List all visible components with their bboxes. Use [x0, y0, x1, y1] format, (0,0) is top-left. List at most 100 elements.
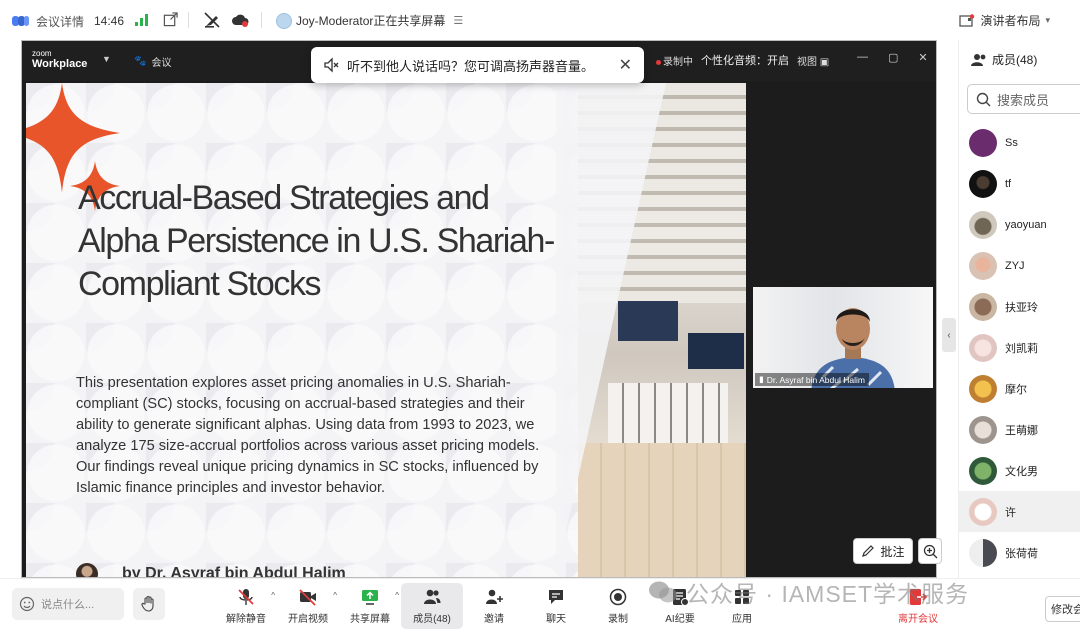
member-item[interactable]: yaoyuan: [959, 204, 1080, 245]
member-item[interactable]: 扶亚玲: [959, 286, 1080, 327]
pop-out-icon[interactable]: [163, 12, 178, 27]
member-item[interactable]: 张荷荷: [959, 532, 1080, 573]
volume-toast: 听不到他人说话吗？您可调高扬声器音量。 ✕: [311, 47, 644, 83]
tool-label: 共享屏幕: [350, 614, 390, 625]
members-button[interactable]: 成员(48): [401, 583, 463, 629]
zoom-in-button[interactable]: [918, 538, 942, 564]
speaker-mute-icon: [324, 57, 339, 73]
search-icon: [976, 92, 991, 106]
member-search-input[interactable]: 搜索成员: [967, 84, 1080, 114]
members-icon: [971, 53, 986, 66]
presentation-slide: Accrual-Based Strategies and Alpha Persi…: [26, 83, 746, 577]
divider: [188, 12, 189, 28]
meeting-details-label: 会议详情: [36, 15, 85, 29]
presenter-status[interactable]: Joy-Moderator正在共享屏幕 ☰: [276, 12, 463, 29]
member-item[interactable]: 文化男: [959, 450, 1080, 491]
member-item[interactable]: tf: [959, 163, 1080, 204]
share-screen-icon: [362, 590, 378, 605]
emoji-icon: [19, 596, 35, 612]
slide-diagonal: [556, 83, 666, 577]
raise-hand-button[interactable]: [133, 588, 165, 620]
presenter-status-text: Joy-Moderator正在共享屏幕: [296, 14, 446, 28]
member-item[interactable]: 摩尔: [959, 368, 1080, 409]
speaker-video[interactable]: ▮ Dr. Asyraf bin Abdul Halim: [753, 287, 933, 388]
member-name: 扶亚玲: [1005, 301, 1038, 314]
member-avatar: [969, 128, 997, 157]
member-avatar: [969, 333, 997, 362]
member-avatar: [969, 538, 997, 567]
chevron-up-icon[interactable]: ^: [395, 591, 399, 600]
chat-placeholder: 说点什么...: [41, 599, 95, 611]
annotate-label: 批注: [880, 544, 905, 559]
record-icon: [609, 588, 627, 606]
close-icon[interactable]: ✕: [619, 55, 632, 75]
quick-chat-input[interactable]: 说点什么...: [12, 588, 124, 620]
chevron-down-icon[interactable]: ▼: [102, 54, 111, 64]
chat-icon: [549, 590, 563, 604]
tool-label: AI纪要: [665, 614, 695, 625]
chat-button[interactable]: 聊天: [525, 583, 587, 629]
member-avatar: [969, 169, 997, 198]
modify-button[interactable]: 修改会: [1045, 596, 1080, 622]
members-title: 成员(48): [992, 53, 1038, 67]
maximize-icon[interactable]: ▢: [888, 51, 898, 64]
zoom-meeting-menu[interactable]: 🐾 会议: [134, 54, 171, 69]
minimize-icon[interactable]: —: [857, 51, 868, 64]
chevron-up-icon[interactable]: ^: [333, 591, 337, 600]
wechat-icon: [649, 581, 677, 603]
close-window-icon[interactable]: ✕: [918, 51, 927, 64]
member-name: ZYJ: [1005, 259, 1025, 272]
members-header: 成员(48): [971, 51, 1037, 68]
share-screen-button[interactable]: 共享屏幕 ^: [339, 583, 401, 629]
annotate-button[interactable]: 批注: [853, 538, 913, 564]
cloud-icon[interactable]: [231, 11, 249, 29]
member-item[interactable]: ZYJ: [959, 245, 1080, 286]
presenter-avatar: [276, 12, 292, 29]
layout-button[interactable]: 演讲者布局 ▾: [959, 12, 1050, 29]
member-name: 王萌娜: [1005, 424, 1038, 437]
layout-icon: [959, 13, 975, 27]
tool-label: 解除静音: [226, 614, 266, 625]
collapse-panel-handle[interactable]: ‹: [942, 318, 956, 352]
member-item[interactable]: Ss: [959, 122, 1080, 163]
divider: [261, 12, 262, 28]
toast-message: 听不到他人说话吗？您可调高扬声器音量。: [347, 58, 595, 74]
member-avatar: [969, 415, 997, 444]
shared-screen[interactable]: zoom Workplace ▼ 🐾 会议 录制中 个性化音频：开启 视图 ▣ …: [21, 40, 937, 578]
recording-status[interactable]: 录制中: [656, 53, 693, 68]
member-avatar: [969, 210, 997, 239]
mic-off-icon: [238, 589, 254, 605]
chevron-left-icon: ‹: [947, 329, 951, 341]
personalized-audio-status[interactable]: 个性化音频：开启: [701, 52, 789, 68]
member-avatar: [969, 374, 997, 403]
tool-label: 开启视频: [288, 614, 328, 625]
record-button[interactable]: 录制: [587, 583, 649, 629]
start-video-button[interactable]: 开启视频 ^: [277, 583, 339, 629]
member-item[interactable]: 许: [959, 491, 1080, 532]
slide-title: Accrual-Based Strategies and Alpha Persi…: [78, 179, 555, 303]
list-icon: ☰: [453, 15, 464, 27]
invite-button[interactable]: 邀请: [463, 583, 525, 629]
wechat-watermark: 公众号 · IAMSET学术服务: [648, 575, 969, 609]
network-signal-icon[interactable]: [135, 14, 149, 26]
member-item[interactable]: 刘凯莉: [959, 327, 1080, 368]
member-list: Ss tf yaoyuan ZYJ 扶亚玲 刘凯莉 摩尔 王萌娜 文化男 许 张…: [959, 122, 1080, 573]
app-logo-icon: [12, 15, 30, 28]
zoom-in-icon: [923, 544, 937, 558]
member-name: 许: [1005, 506, 1016, 519]
member-name: 摩尔: [1005, 383, 1027, 396]
meeting-details-button[interactable]: 会议详情: [12, 13, 84, 30]
watermark-text: 公众号 · IAMSET学术服务: [686, 581, 970, 607]
view-button[interactable]: 视图 ▣: [797, 53, 829, 68]
member-avatar: [969, 251, 997, 280]
leave-label: 离开会议: [898, 614, 938, 625]
unmute-button[interactable]: 解除静音 ^: [215, 583, 277, 629]
zoom-meeting-label: 会议: [151, 58, 172, 69]
record-dot-icon: [656, 59, 661, 65]
chevron-up-icon[interactable]: ^: [271, 591, 275, 600]
pen-icon: [862, 545, 875, 557]
member-item[interactable]: 王萌娜: [959, 409, 1080, 450]
annotation-off-icon[interactable]: [203, 11, 221, 29]
search-placeholder: 搜索成员: [997, 92, 1050, 108]
member-avatar: [969, 497, 997, 526]
